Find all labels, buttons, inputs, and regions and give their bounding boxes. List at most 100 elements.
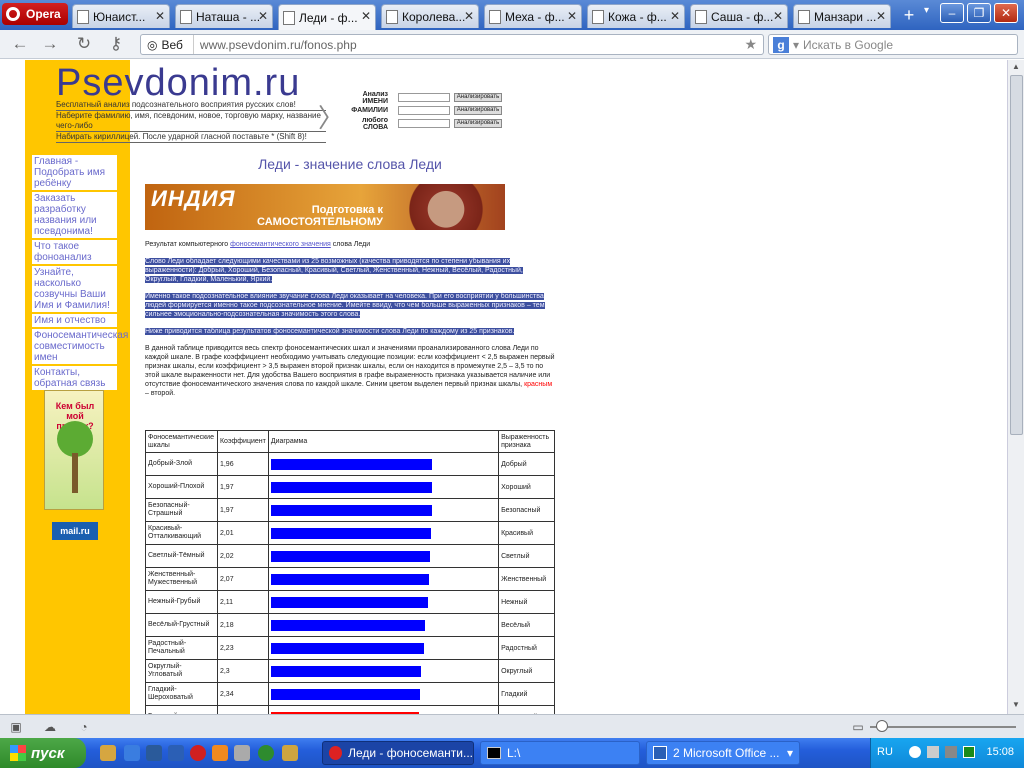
close-icon[interactable]: ✕ (876, 9, 886, 23)
url-text[interactable]: www.psevdonim.ru/fonos.php (194, 38, 357, 52)
view-icon[interactable]: ▭ (850, 719, 866, 735)
site-logo[interactable]: Psevdonim.ru (56, 62, 300, 105)
tree-icon (57, 421, 93, 457)
taskbar-window-cmd[interactable]: L:\ (480, 741, 640, 765)
tab-menu-arrow-icon[interactable]: ▾ (924, 5, 929, 16)
bookmark-star-icon[interactable]: ★ (744, 36, 757, 53)
taskbar-window-label: L:\ (507, 746, 521, 760)
ancestor-banner[interactable]: Кем был мой предок? (44, 390, 104, 510)
close-icon[interactable]: ✕ (464, 9, 474, 23)
close-window-icon[interactable]: ✕ (994, 3, 1018, 23)
coef-cell: 1,97 (216, 498, 269, 522)
close-icon[interactable]: ✕ (773, 9, 783, 23)
media-icon[interactable] (212, 745, 228, 761)
mailru-counter[interactable]: mail.ru (52, 522, 98, 540)
ie-icon[interactable] (124, 745, 140, 761)
zoom-slider[interactable] (870, 726, 1016, 728)
skype-icon[interactable] (234, 745, 250, 761)
clock[interactable]: 15:08 (986, 746, 1014, 758)
network-icon[interactable] (927, 746, 939, 758)
close-icon[interactable]: ✕ (670, 9, 680, 23)
forward-arrow-icon[interactable]: → (40, 35, 60, 53)
menu-item[interactable]: Что такое фоноанализ (32, 240, 117, 266)
word-icon[interactable] (168, 745, 184, 761)
phonosemantic-table: Фоносемантические шкалы Коэффициент Диаг… (145, 430, 555, 714)
opera-icon[interactable] (190, 745, 206, 761)
menu-item[interactable]: Имя и отчество (32, 314, 117, 329)
restore-icon[interactable]: ❐ (967, 3, 991, 23)
browser-tab[interactable]: Юнаист... ✕ (72, 4, 170, 28)
analyze-button[interactable]: Анализировать (454, 119, 502, 128)
qualities-paragraph: Слово Леди обладает следующими качествам… (145, 257, 555, 284)
close-icon[interactable]: ✕ (258, 9, 268, 23)
analyze-input[interactable] (398, 93, 450, 102)
browser-tab[interactable]: Кожа - ф... ✕ (587, 4, 685, 28)
vertical-scrollbar[interactable]: ▲ ▼ (1007, 60, 1024, 714)
browser-tab[interactable]: Наташа - ... ✕ (175, 4, 273, 28)
opera-menu-button[interactable]: Opera (2, 3, 68, 25)
search-placeholder: Искать в Google (803, 37, 894, 52)
console-icon (487, 747, 501, 759)
browser-tab[interactable]: Меха - ф... ✕ (484, 4, 582, 28)
chevron-down-icon[interactable]: ▾ (787, 746, 799, 760)
zoom-slider-handle[interactable] (876, 720, 888, 732)
folder-icon[interactable] (100, 745, 116, 761)
start-label: пуск (31, 744, 65, 762)
browser-tab-active[interactable]: Леди - ф... ✕ (278, 4, 376, 30)
close-icon[interactable]: ✕ (361, 9, 371, 23)
menu-item[interactable]: Фоносемантическая совместимость имен (32, 329, 128, 366)
antivirus-icon[interactable] (963, 746, 975, 758)
start-button[interactable]: пуск (0, 738, 86, 768)
menu-item[interactable]: Главная - Подобрать имя ребёнку (32, 155, 117, 192)
tray-icon[interactable] (909, 746, 921, 758)
url-field[interactable]: ◎ Веб www.psevdonim.ru/fonos.php ★ (140, 34, 764, 55)
taskbar-window-opera[interactable]: Леди - фоносеманти... (322, 741, 474, 765)
expression-cell: Нежный (498, 590, 555, 614)
menu-item[interactable]: Контакты, обратная связь (32, 366, 117, 392)
influence-paragraph: Именно такое подсознательное влияние зву… (145, 292, 555, 319)
intro-paragraph: Результат компьютерного фоносемантическо… (145, 240, 555, 249)
close-icon[interactable]: ✕ (567, 9, 577, 23)
menu-item[interactable]: Узнайте, насколько созвучны Ваши Имя и Ф… (32, 266, 117, 314)
close-icon[interactable]: ✕ (155, 9, 165, 23)
back-arrow-icon[interactable]: ← (10, 35, 30, 53)
expression-cell: Весёлый (498, 613, 555, 637)
desktop-icon[interactable] (146, 745, 162, 761)
tree-trunk (72, 453, 78, 493)
column-header: Диаграмма (267, 430, 500, 453)
chevron-down-icon[interactable]: ▾ (793, 38, 799, 52)
diagram-bar (270, 688, 420, 700)
torrent-icon[interactable] (258, 745, 274, 761)
analyze-input[interactable] (398, 119, 450, 128)
reload-icon[interactable]: ↻ (74, 35, 94, 53)
scale-cell: Большой- (145, 705, 218, 714)
browser-tab[interactable]: Королева... ✕ (381, 4, 479, 28)
search-field[interactable]: g ▾ Искать в Google (768, 34, 1018, 55)
intro-link[interactable]: фоносемантического значения (230, 241, 331, 248)
scroll-up-icon[interactable]: ▲ (1012, 62, 1020, 71)
volume-icon[interactable] (945, 746, 957, 758)
site-info-badge[interactable]: ◎ Веб (141, 35, 194, 54)
diagram-bar (270, 665, 421, 677)
new-tab-plus-icon[interactable]: + (898, 5, 920, 27)
india-ad-banner[interactable]: ИНДИЯ Подготовка к САМОСТОЯТЕЛЬНОМУ путе… (145, 184, 505, 230)
scroll-thumb[interactable] (1010, 75, 1023, 435)
menu-item[interactable]: Заказать разработку названия или псевдон… (32, 192, 117, 240)
scroll-down-icon[interactable]: ▼ (1012, 700, 1020, 709)
browser-tab[interactable]: Манзари ... ✕ (793, 4, 891, 28)
speed-dial-icon[interactable]: ◔ (76, 719, 92, 735)
language-indicator[interactable]: RU (877, 746, 893, 758)
browser-tab[interactable]: Саша - ф... ✕ (690, 4, 788, 28)
cloud-icon[interactable]: ☁ (42, 719, 58, 735)
coef-cell: 2,11 (216, 590, 269, 614)
google-icon[interactable]: g (773, 36, 789, 53)
analyze-input[interactable] (398, 106, 450, 115)
key-icon[interactable]: ⚷ (106, 35, 126, 53)
tools-icon[interactable] (282, 745, 298, 761)
taskbar-window-word[interactable]: 2 Microsoft Office ... ▾ (646, 741, 800, 765)
minimize-icon[interactable]: – (940, 3, 964, 23)
panel-toggle-icon[interactable]: ▣ (8, 719, 24, 735)
scale-cell: Радостный-Печальный (145, 636, 218, 660)
analyze-button[interactable]: Анализировать (454, 93, 502, 102)
analyze-button[interactable]: Анализировать (454, 106, 502, 115)
